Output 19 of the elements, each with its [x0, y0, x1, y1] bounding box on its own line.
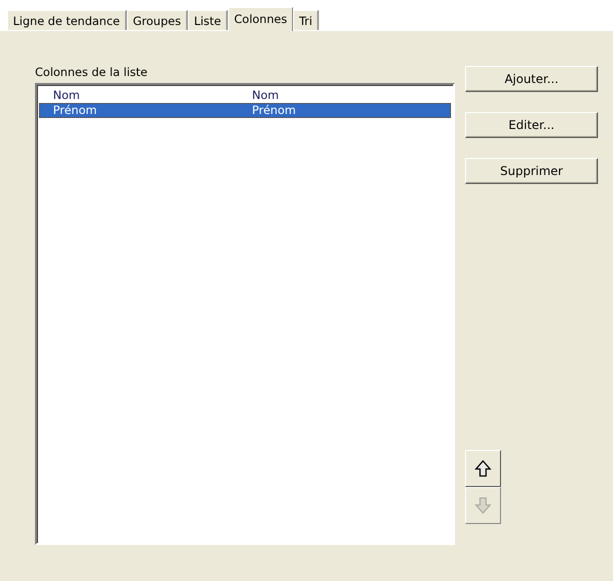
list-cell-text: Nom: [252, 88, 280, 103]
action-button[interactable]: Editer...: [465, 112, 598, 138]
action-button[interactable]: Ajouter...: [465, 66, 598, 92]
move-up-button[interactable]: [465, 450, 501, 487]
tab[interactable]: Tri: [293, 10, 320, 30]
list-row[interactable]: Nom Nom: [39, 88, 451, 103]
list-cell-text: Prénom: [53, 103, 98, 118]
arrow-down-icon: [474, 496, 492, 515]
columns-list[interactable]: Nom Nom Prénom Prénom: [35, 83, 455, 545]
list-label: Colonnes de la liste: [35, 65, 148, 79]
tab[interactable]: Liste: [188, 10, 228, 30]
list-cell-text: Prénom: [252, 103, 297, 118]
action-button[interactable]: Supprimer: [465, 158, 598, 184]
tab[interactable]: Ligne de tendance: [7, 10, 127, 30]
list-cell-text: Nom: [53, 88, 81, 103]
arrow-up-icon: [474, 459, 492, 478]
list-row[interactable]: Prénom Prénom: [39, 103, 451, 118]
tab[interactable]: Groupes: [126, 10, 188, 30]
tab[interactable]: Colonnes: [228, 7, 294, 31]
